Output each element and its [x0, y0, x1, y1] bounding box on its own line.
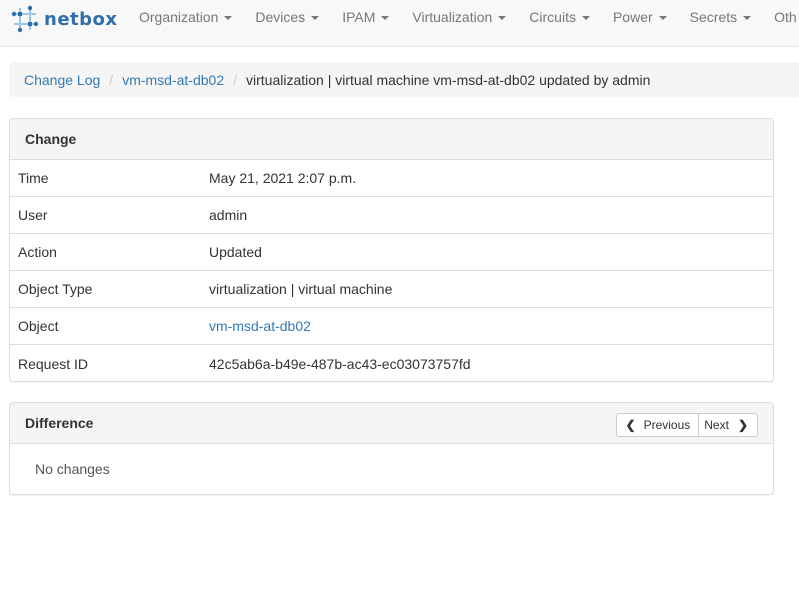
brand-logo[interactable]: netbox: [10, 5, 118, 33]
time-value: May 21, 2021 2:07 p.m.: [209, 170, 357, 186]
next-label: Next: [704, 418, 729, 432]
nav-virtualization[interactable]: Virtualization: [412, 9, 507, 25]
nav-circuits-label: Circuits: [529, 9, 576, 25]
chevron-right-icon: ❯: [737, 418, 748, 432]
difference-panel: Difference ❮ Previous Next ❯ No changes: [9, 402, 774, 495]
nav-virtualization-label: Virtualization: [412, 9, 493, 25]
caret-down-icon: [498, 16, 507, 20]
user-label: User: [18, 207, 48, 223]
nav-secrets-label: Secrets: [689, 9, 738, 25]
nav-organization-label: Organization: [139, 9, 219, 25]
top-navbar: netbox Organization Devices IPAM Virtual…: [0, 0, 799, 47]
request-id-label: Request ID: [18, 355, 89, 372]
chevron-left-icon: ❮: [625, 418, 636, 432]
nav-devices-label: Devices: [255, 9, 306, 25]
main-nav-menu: Organization Devices IPAM Virtualization…: [139, 0, 799, 34]
caret-down-icon: [224, 16, 233, 20]
next-button[interactable]: Next ❯: [699, 413, 758, 437]
previous-label: Previous: [643, 418, 691, 432]
nav-secrets[interactable]: Secrets: [689, 9, 752, 25]
caret-down-icon: [658, 16, 667, 20]
nav-ipam[interactable]: IPAM: [342, 9, 390, 25]
user-value: admin: [209, 207, 248, 223]
pager: ❮ Previous Next ❯: [615, 413, 758, 437]
previous-button[interactable]: ❮ Previous: [615, 413, 700, 437]
caret-down-icon: [581, 16, 590, 20]
breadcrumb-separator: /: [233, 71, 237, 88]
nav-organization[interactable]: Organization: [139, 9, 233, 25]
breadcrumb-vm-link[interactable]: vm-msd-at-db02: [122, 72, 224, 88]
table-row: Object Type virtualization | virtual mac…: [10, 271, 773, 308]
action-label: Action: [18, 244, 57, 260]
nav-devices[interactable]: Devices: [255, 9, 320, 25]
time-label: Time: [18, 170, 49, 186]
breadcrumb: Change Log / vm-msd-at-db02 / virtualiza…: [9, 62, 799, 97]
object-link[interactable]: vm-msd-at-db02: [209, 318, 311, 334]
breadcrumb-separator: /: [109, 71, 114, 88]
netbox-logo-icon: [11, 5, 39, 33]
nav-circuits[interactable]: Circuits: [529, 9, 590, 25]
nav-ipam-label: IPAM: [342, 9, 376, 25]
breadcrumb-active: virtualization | virtual machine vm-msd-…: [246, 71, 651, 88]
table-row: User admin: [10, 197, 773, 234]
breadcrumb-change-log[interactable]: Change Log: [24, 72, 100, 88]
change-panel-title: Change: [10, 119, 773, 160]
brand-name: netbox: [44, 8, 118, 30]
change-panel: Change Time May 21, 2021 2:07 p.m. User …: [9, 118, 774, 382]
object-type-label: Object Type: [18, 281, 93, 297]
request-id-value: 42c5ab6a-b49e-487b-ac43-ec03073757fd: [209, 355, 471, 372]
difference-body: No changes: [35, 461, 110, 477]
table-row: Request ID 42c5ab6a-b49e-487b-ac43-ec030…: [10, 345, 773, 381]
table-row: Object vm-msd-at-db02: [10, 308, 773, 345]
nav-other[interactable]: Oth: [774, 9, 797, 25]
nav-power-label: Power: [612, 9, 653, 25]
nav-other-label: Oth: [774, 9, 797, 25]
difference-panel-heading: Difference ❮ Previous Next ❯: [10, 403, 773, 444]
object-type-value: virtualization | virtual machine: [209, 281, 393, 297]
caret-down-icon: [311, 16, 320, 20]
action-value: Updated: [209, 244, 262, 260]
table-row: Action Updated: [10, 234, 773, 271]
object-label: Object: [18, 318, 59, 334]
table-row: Time May 21, 2021 2:07 p.m.: [10, 160, 773, 197]
caret-down-icon: [381, 16, 390, 20]
difference-panel-title: Difference: [25, 415, 94, 431]
caret-down-icon: [743, 16, 752, 20]
nav-power[interactable]: Power: [613, 9, 667, 25]
